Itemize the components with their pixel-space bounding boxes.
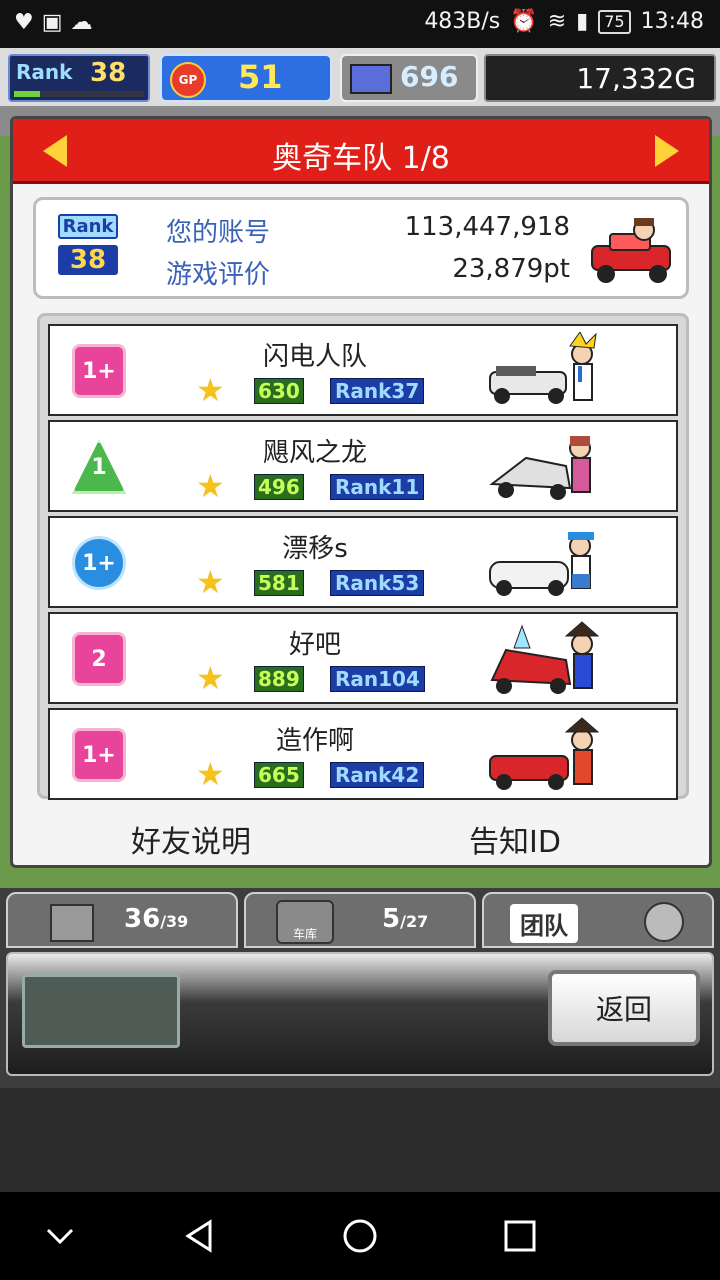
battery-indicator: 75 <box>598 9 631 34</box>
wifi-icon: ≋ <box>547 9 567 34</box>
gp-value: 51 <box>238 58 283 96</box>
back-button[interactable]: 返回 <box>548 970 700 1046</box>
garage-icon: 车库 <box>276 900 334 944</box>
action-panel: 返回 <box>6 952 714 1076</box>
account-id-label: 您的账号 <box>166 218 271 248</box>
friend-row[interactable]: 2 好吧 ★ 889 Ran104 <box>48 612 678 704</box>
crate-icon <box>50 904 94 942</box>
storage-count: 36/39 <box>124 904 189 934</box>
friend-row[interactable]: 1 飓风之龙 ★ 496 Rank11 <box>48 420 678 512</box>
account-rank-label: Rank <box>58 214 118 239</box>
clock: 13:48 <box>640 9 704 34</box>
friend-name: 漂移s <box>282 534 348 564</box>
computer-icon <box>350 64 392 94</box>
star-icon: ★ <box>196 371 225 409</box>
friend-row[interactable]: 1+ 造作啊 ★ 665 Rank42 <box>48 708 678 800</box>
app-icon: ▣ <box>41 10 63 35</box>
chevron-down-icon[interactable] <box>38 1214 82 1258</box>
friends-list: 1+ 闪电人队 ★ 630 Rank37 1 飓风之龙 ★ 496 Rank11 <box>37 313 689 800</box>
level-badge: 2 <box>72 632 126 686</box>
team-label: 团队 <box>510 904 578 943</box>
tab-team[interactable]: 团队 <box>482 892 714 948</box>
star-icon: ★ <box>196 659 225 697</box>
friend-name: 好吧 <box>288 630 341 660</box>
account-rank-value: 38 <box>58 245 118 275</box>
rank-progress-bar <box>14 91 144 97</box>
tab-garage[interactable]: 车库 5/27 <box>244 892 476 948</box>
team-avatar-icon <box>644 902 684 942</box>
friend-row[interactable]: 1+ 漂移s ★ 581 Rank53 <box>48 516 678 608</box>
level-badge: 1+ <box>72 344 126 398</box>
status-bar: ♥ ▣ ☁ 483B/s ⏰ ≋ ▮ 75 13:48 <box>0 0 720 48</box>
status-right: 483B/s ⏰ ≋ ▮ 75 13:48 <box>424 9 704 34</box>
research-counter[interactable]: 696 <box>340 54 478 102</box>
back-nav-icon[interactable] <box>178 1214 222 1258</box>
star-icon: ★ <box>196 563 225 601</box>
notify-id-button[interactable]: 告知ID <box>469 817 561 861</box>
player-rank: Rank 38 <box>8 54 150 102</box>
garage-count: 5/27 <box>382 904 429 934</box>
racer-kart-icon <box>489 332 597 404</box>
tab-storage[interactable]: 36/39 <box>6 892 238 948</box>
racer-kart-icon <box>490 621 600 694</box>
level-badge: 1+ <box>72 728 126 782</box>
friend-name: 造作啊 <box>275 726 354 756</box>
status-left-icons: ♥ ▣ ☁ <box>14 10 93 35</box>
research-value: 696 <box>400 60 459 93</box>
heart-icon: ♥ <box>14 10 34 35</box>
star-icon: ★ <box>196 755 225 793</box>
friend-score: 496 <box>254 474 304 500</box>
gp-icon: GP <box>170 62 206 98</box>
next-page-arrow-icon[interactable] <box>655 135 679 167</box>
rank-label: Rank <box>16 60 73 84</box>
gp-counter[interactable]: GP 51 <box>160 54 332 102</box>
dialog-footer: 好友说明 告知ID <box>13 811 709 865</box>
gold-value: 17,332G <box>576 62 696 95</box>
racer-kart-icon <box>489 717 600 790</box>
friend-score: 889 <box>254 666 304 692</box>
gold-counter: 17,332G <box>484 54 716 102</box>
friend-row[interactable]: 1+ 闪电人队 ★ 630 Rank37 <box>48 324 678 416</box>
friend-rank: Rank37 <box>330 378 425 404</box>
recents-nav-icon[interactable] <box>498 1214 542 1258</box>
friend-rank: Rank42 <box>330 762 425 788</box>
empty-slot <box>22 974 180 1048</box>
friend-score: 665 <box>254 762 304 788</box>
home-nav-icon[interactable] <box>338 1214 382 1258</box>
account-panel: Rank 38 您的账号 113,447,918 游戏评价 23,879pt <box>33 197 689 299</box>
account-id-value: 113,447,918 <box>404 212 570 242</box>
team-dialog: 奥奇车队 1/8 Rank 38 您的账号 113,447,918 游戏评价 2… <box>10 116 712 868</box>
friend-rank: Rank11 <box>330 474 425 500</box>
friend-name: 飓风之龙 <box>262 438 367 468</box>
dialog-header: 奥奇车队 1/8 <box>13 119 709 184</box>
alarm-icon: ⏰ <box>510 9 538 34</box>
signal-icon: ▮ <box>576 9 589 34</box>
player-racer-icon <box>591 218 671 283</box>
star-icon: ★ <box>196 467 225 505</box>
racer-kart-icon <box>489 436 591 500</box>
friend-help-button[interactable]: 好友说明 <box>131 817 251 861</box>
friend-name: 闪电人队 <box>262 342 367 372</box>
navigation-bar <box>0 1192 720 1280</box>
network-speed: 483B/s <box>424 9 501 34</box>
rating-label: 游戏评价 <box>166 260 271 290</box>
friend-rank: Rank53 <box>330 570 425 596</box>
friend-rank: Ran104 <box>330 666 425 692</box>
dialog-title: 奥奇车队 1/8 <box>272 141 450 176</box>
rank-value: 38 <box>90 58 127 88</box>
friend-score: 630 <box>254 378 304 404</box>
account-rank-badge: Rank 38 <box>58 214 118 275</box>
friend-score: 581 <box>254 570 304 596</box>
racer-kart-icon <box>489 532 594 596</box>
rating-value: 23,879pt <box>452 254 570 284</box>
game-hud: Rank 38 GP 51 696 17,332G <box>0 48 720 108</box>
lower-hud: 36/39 车库 5/27 团队 返回 <box>0 888 720 1088</box>
level-badge: 1 <box>72 440 126 494</box>
cloud-icon: ☁ <box>70 10 93 35</box>
level-badge: 1+ <box>72 536 126 590</box>
